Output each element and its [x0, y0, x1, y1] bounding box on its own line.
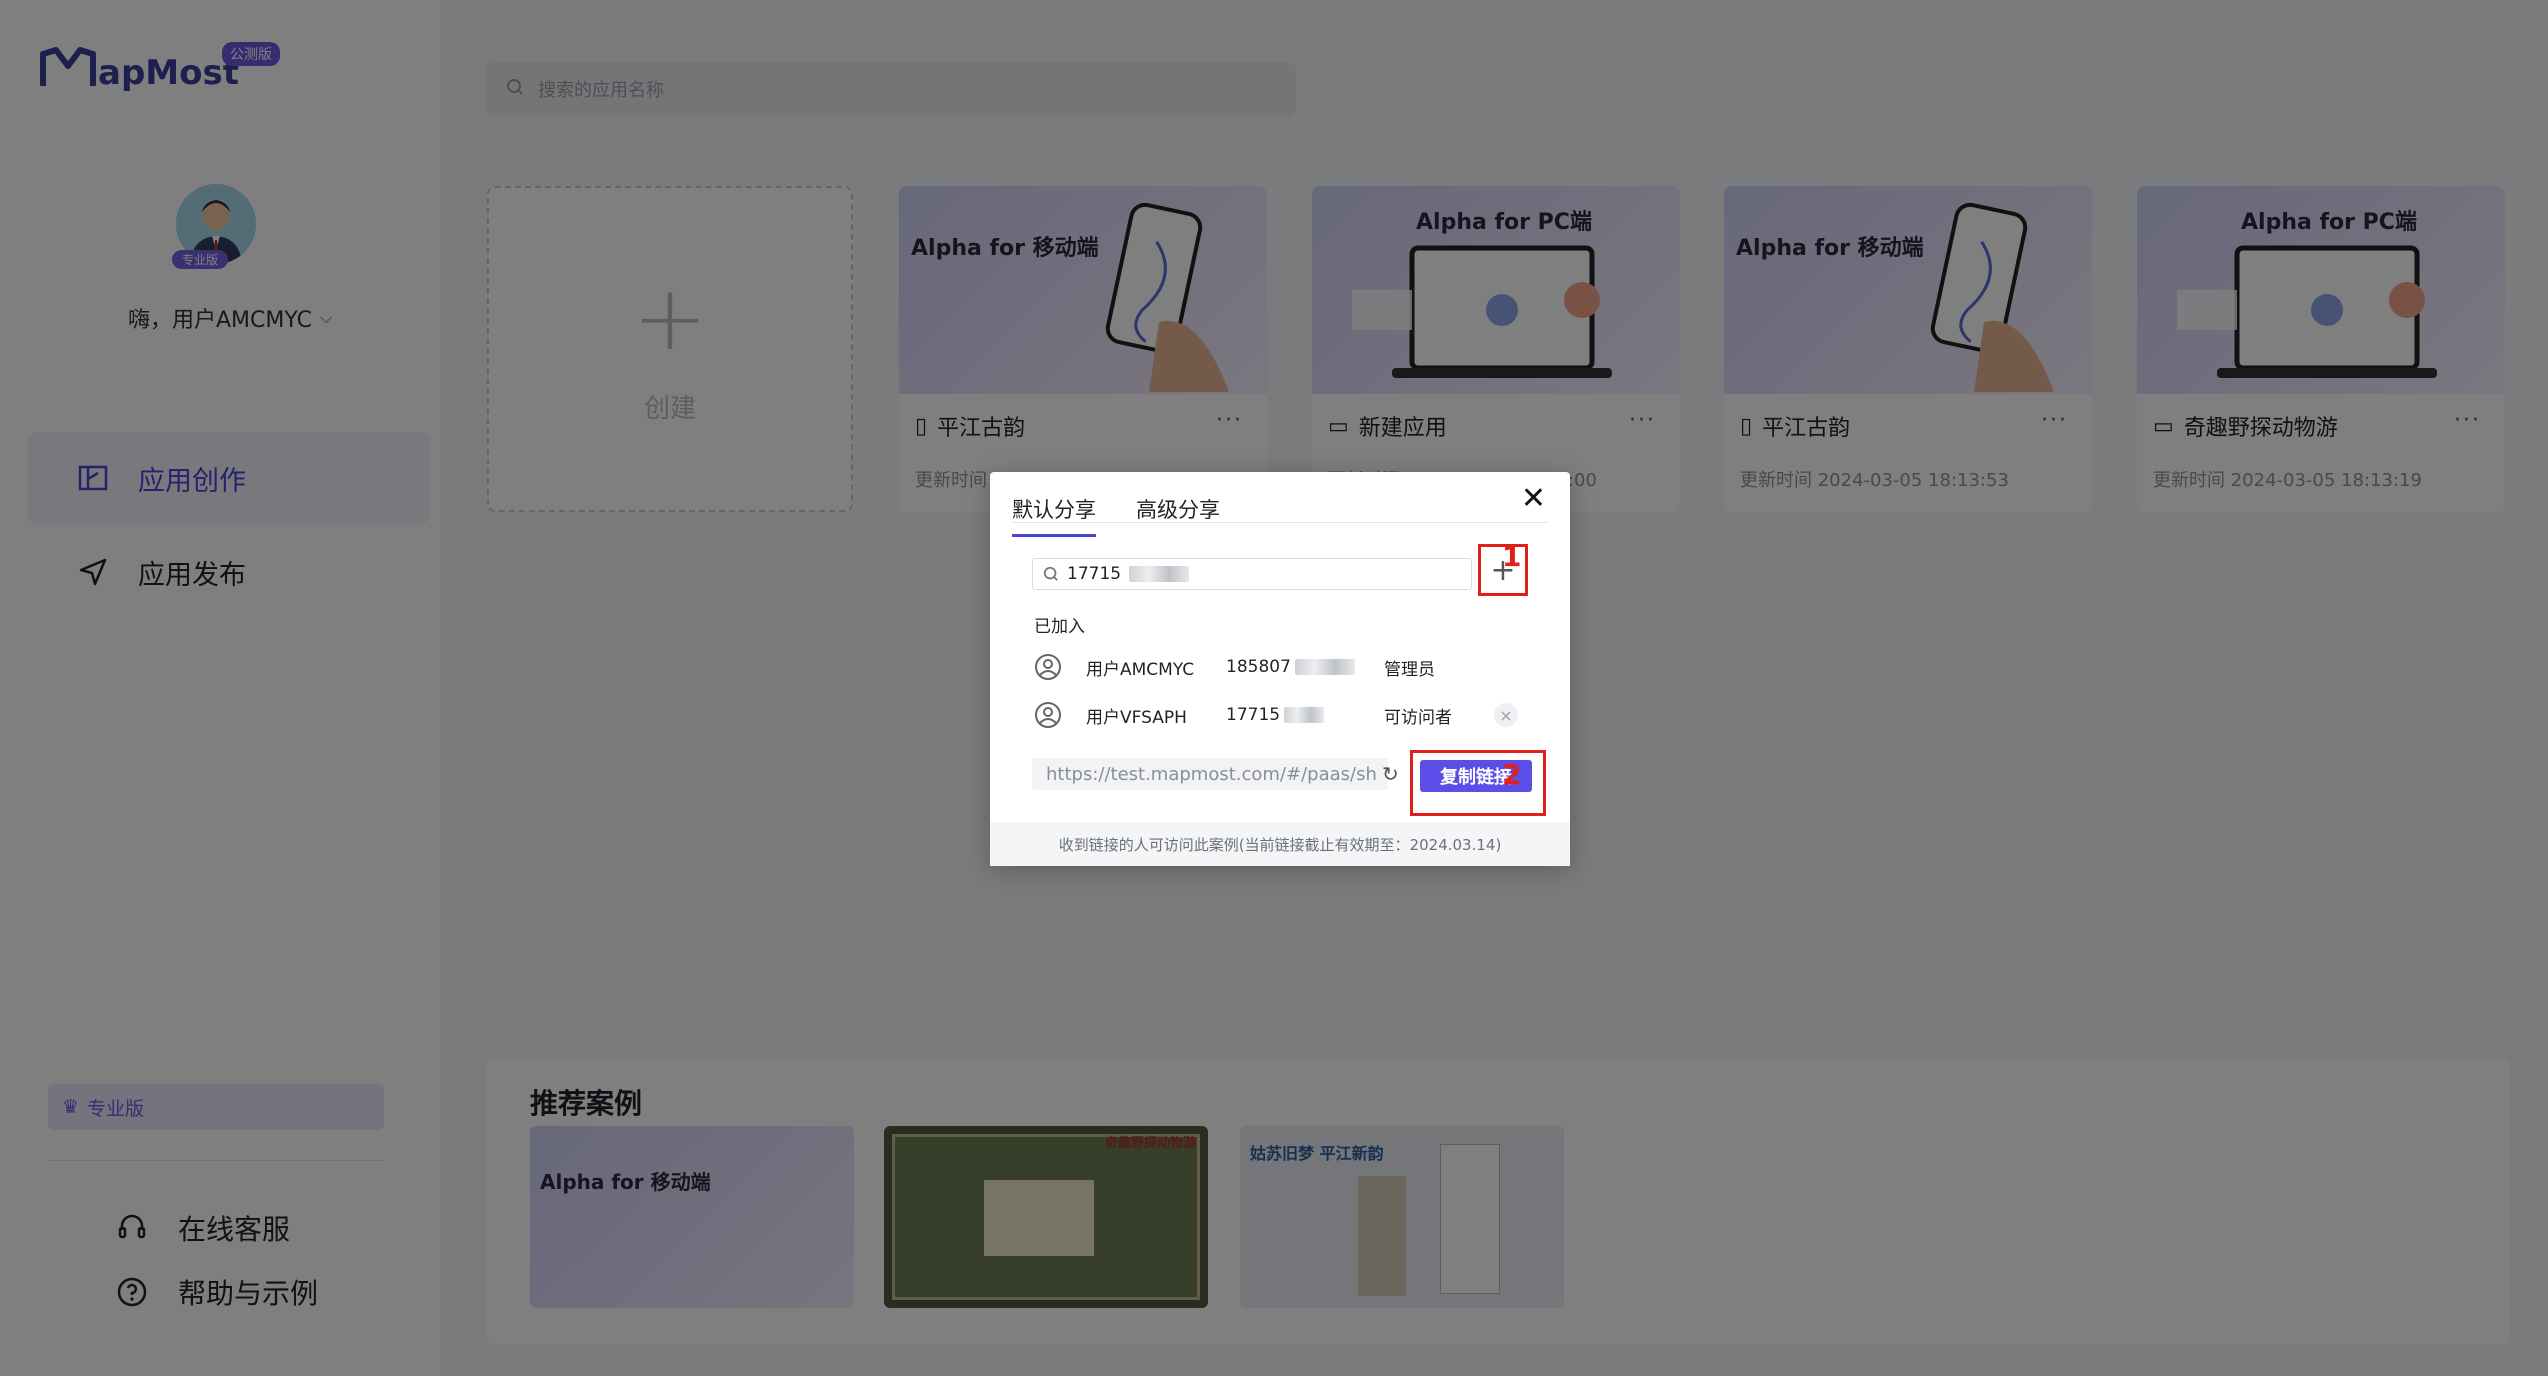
- search-icon: [1043, 566, 1058, 581]
- member-phone-text: 17715: [1226, 705, 1281, 725]
- member-row: 用户VFSAPH 17715 可访问者 ×: [1034, 700, 1534, 730]
- redacted-digits: [1294, 659, 1355, 675]
- footer-note-text: 收到链接的人可访问此案例(当前链接截止有效期至：2024.03.14): [1058, 835, 1502, 854]
- share-search-value: 17715: [1067, 564, 1122, 584]
- refresh-link-icon[interactable]: ↻: [1382, 762, 1399, 786]
- member-name: 用户AMCMYC: [1086, 659, 1195, 680]
- member-name: 用户VFSAPH: [1086, 707, 1187, 728]
- user-circle-icon: [1034, 653, 1062, 681]
- member-phone-text: 185807: [1226, 657, 1291, 677]
- share-tabs: 默认分享 高级分享: [1012, 482, 1220, 537]
- share-dialog: 默认分享 高级分享 ✕ 17715 + 1 已加入 用户AMCMYC 18580…: [990, 472, 1570, 866]
- member-role: 可访问者: [1384, 707, 1452, 728]
- joined-label: 已加入: [1034, 617, 1085, 637]
- annotation-2: 2: [1502, 758, 1522, 791]
- share-link-field[interactable]: https://test.mapmost.com/#/paas/sh: [1032, 758, 1388, 790]
- redacted-digits: [1129, 566, 1190, 582]
- close-icon[interactable]: ✕: [1521, 484, 1546, 514]
- member-phone: 17715: [1226, 705, 1384, 725]
- share-user-search-input[interactable]: 17715: [1032, 558, 1472, 590]
- remove-member-icon[interactable]: ×: [1494, 703, 1518, 727]
- annotation-1: 1: [1502, 540, 1522, 573]
- member-phone: 185807: [1226, 657, 1384, 677]
- tab-advanced-share[interactable]: 高级分享: [1136, 482, 1220, 537]
- member-role: 管理员: [1384, 659, 1435, 680]
- tab-default-share[interactable]: 默认分享: [1012, 482, 1096, 537]
- share-footer-note: 收到链接的人可访问此案例(当前链接截止有效期至：2024.03.14): [990, 822, 1570, 866]
- redacted-digits: [1284, 707, 1325, 723]
- member-row: 用户AMCMYC 185807 管理员: [1034, 652, 1534, 682]
- user-circle-icon: [1034, 701, 1062, 729]
- tab-divider: [1012, 522, 1548, 523]
- share-link-text: https://test.mapmost.com/#/paas/sh: [1046, 763, 1377, 785]
